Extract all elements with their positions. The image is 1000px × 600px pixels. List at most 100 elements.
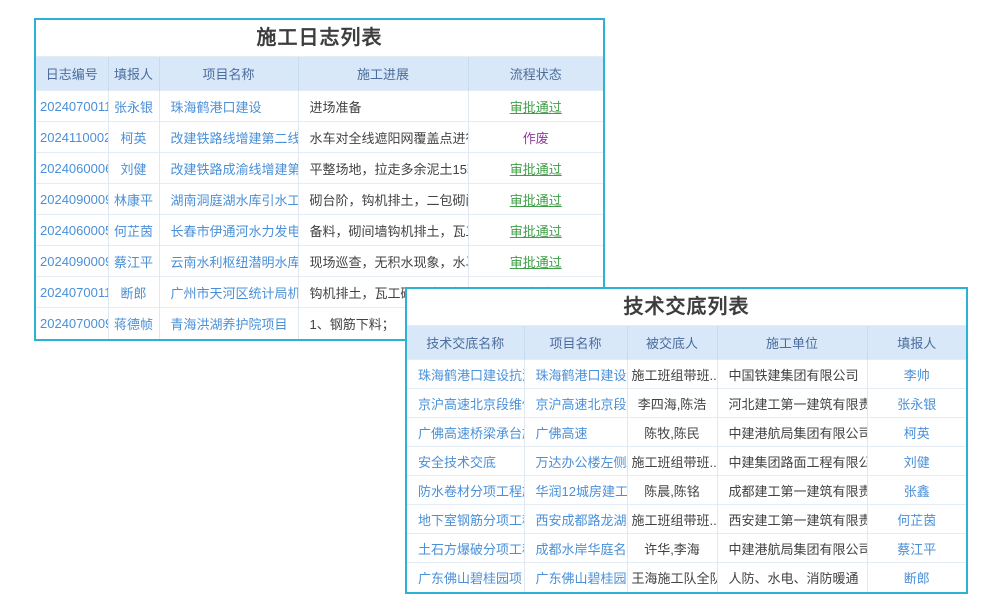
disclosure-table-row: 土石方爆破分项工程... 成都水岸华庭名苑... 许华,李海 中建港航局集团有限… [407, 534, 966, 563]
project-link[interactable]: 青海洪湖养护院项目 [171, 317, 288, 332]
project-link[interactable]: 万达办公楼左侧A... [536, 455, 628, 470]
project-link[interactable]: 改建铁路线增建第二线直... [171, 131, 299, 146]
status-link[interactable]: 审批通过 [510, 224, 562, 239]
project-link[interactable]: 成都水岸华庭名苑... [536, 542, 628, 557]
project-link[interactable]: 湖南洞庭湖水库引水工程... [171, 193, 299, 208]
project-link[interactable]: 华润12城房建工... [536, 484, 628, 499]
status-link[interactable]: 作废 [523, 131, 549, 146]
disclosure-name-link[interactable]: 珠海鹤港口建设抗浮... [418, 368, 524, 383]
disclosure-table-row: 防水卷材分项工程施... 华润12城房建工... 陈晨,陈铭 成都建工第一建筑有… [407, 476, 966, 505]
receiver-text: 施工班组带班... [627, 447, 717, 476]
project-link[interactable]: 广佛高速 [536, 426, 588, 441]
col-header-log-no: 日志编号 [36, 57, 108, 91]
log-number-link[interactable]: 2024070011 [40, 285, 108, 300]
unit-text: 中建港航局集团有限公司 [717, 534, 867, 563]
progress-text: 水车对全线遮阳网覆盖点进行... [298, 122, 468, 153]
status-link[interactable]: 审批通过 [510, 162, 562, 177]
log-number-link[interactable]: 2024060006 [40, 161, 108, 176]
progress-text: 备料，砌间墙钩机排土，瓦工... [298, 215, 468, 246]
disclosure-name-link[interactable]: 广东佛山碧桂园项目... [418, 571, 524, 586]
log-table-row: 2024060006 刘健 改建铁路成渝线增建第二... 平整场地，拉走多余泥土… [36, 153, 603, 184]
disclosure-table-row: 安全技术交底 万达办公楼左侧A... 施工班组带班... 中建集团路面工程有限公… [407, 447, 966, 476]
disclosure-name-link[interactable]: 防水卷材分项工程施... [418, 484, 524, 499]
project-link[interactable]: 改建铁路成渝线增建第二... [171, 162, 299, 177]
unit-text: 中建港航局集团有限公司 [717, 418, 867, 447]
receiver-text: 李四海,陈浩 [627, 389, 717, 418]
project-link[interactable]: 广东佛山碧桂园项目 [536, 571, 628, 586]
reporter-link[interactable]: 林康平 [114, 193, 153, 208]
reporter-link[interactable]: 断郎 [904, 571, 930, 586]
project-link[interactable]: 京沪高速北京段维修 [536, 397, 628, 412]
reporter-link[interactable]: 何芷茵 [897, 513, 936, 528]
col-header-unit: 施工单位 [717, 326, 867, 360]
reporter-link[interactable]: 柯英 [904, 426, 930, 441]
unit-text: 西安建工第一建筑有限责任公司 [717, 505, 867, 534]
col-header-reporter: 填报人 [108, 57, 159, 91]
disclosure-table-row: 珠海鹤港口建设抗浮... 珠海鹤港口建设 施工班组带班... 中国铁建集团有限公… [407, 360, 966, 389]
disclosure-panel-title: 技术交底列表 [407, 289, 966, 326]
disclosure-name-link[interactable]: 广佛高速桥梁承台施... [418, 426, 524, 441]
reporter-link[interactable]: 蔡江平 [114, 255, 153, 270]
project-link[interactable]: 云南水利枢纽潜明水库一... [171, 255, 299, 270]
project-link[interactable]: 西安成都路龙湖上... [536, 513, 628, 528]
project-link[interactable]: 广州市天河区统计局机房... [171, 286, 299, 301]
disclosure-name-link[interactable]: 土石方爆破分项工程... [418, 542, 524, 557]
log-number-link[interactable]: 2024070011 [40, 99, 108, 114]
log-number-link[interactable]: 2024060005 [40, 223, 108, 238]
unit-text: 中建集团路面工程有限公司 [717, 447, 867, 476]
log-table-row: 2024090009 林康平 湖南洞庭湖水库引水工程... 砌台阶，钩机排土，二… [36, 184, 603, 215]
log-table-row: 2024070011 张永银 珠海鹤港口建设 进场准备 审批通过 [36, 91, 603, 122]
unit-text: 成都建工第一建筑有限责任公司 [717, 476, 867, 505]
log-number-link[interactable]: 2024090009 [40, 254, 108, 269]
col-header-receiver: 被交底人 [627, 326, 717, 360]
col-header-status: 流程状态 [468, 57, 603, 91]
progress-text: 砌台阶，钩机排土，二包砌间... [298, 184, 468, 215]
reporter-link[interactable]: 断郎 [120, 286, 146, 301]
log-number-link[interactable]: 2024070009 [40, 316, 108, 331]
reporter-link[interactable]: 蔡江平 [897, 542, 936, 557]
status-link[interactable]: 审批通过 [510, 193, 562, 208]
receiver-text: 施工班组带班... [627, 360, 717, 389]
disclosure-table-row: 地下室钢筋分项工程... 西安成都路龙湖上... 施工班组带班... 西安建工第… [407, 505, 966, 534]
log-table-row: 2024110002 柯英 改建铁路线增建第二线直... 水车对全线遮阳网覆盖点… [36, 122, 603, 153]
col-header-project: 项目名称 [524, 326, 627, 360]
log-number-link[interactable]: 2024090009 [40, 192, 108, 207]
project-link[interactable]: 长春市伊通河水力发电厂... [171, 224, 299, 239]
col-header-project: 项目名称 [159, 57, 298, 91]
receiver-text: 陈牧,陈民 [627, 418, 717, 447]
col-header-reporter: 填报人 [867, 326, 966, 360]
reporter-link[interactable]: 张永银 [897, 397, 936, 412]
col-header-disclosure-name: 技术交底名称 [407, 326, 524, 360]
receiver-text: 施工班组带班... [627, 505, 717, 534]
receiver-text: 许华,李海 [627, 534, 717, 563]
reporter-link[interactable]: 李帅 [904, 368, 930, 383]
receiver-text: 王海施工队全队 [627, 563, 717, 592]
disclosure-table-row: 广东佛山碧桂园项目... 广东佛山碧桂园项目 王海施工队全队 人防、水电、消防暖… [407, 563, 966, 592]
log-panel-title: 施工日志列表 [36, 20, 603, 57]
log-table-row: 2024060005 何芷茵 长春市伊通河水力发电厂... 备料，砌间墙钩机排土… [36, 215, 603, 246]
reporter-link[interactable]: 张永银 [114, 100, 153, 115]
reporter-link[interactable]: 刘健 [120, 162, 146, 177]
technical-disclosure-table: 技术交底名称 项目名称 被交底人 施工单位 填报人 珠海鹤港口建设抗浮... 珠… [407, 326, 966, 592]
log-table-header-row: 日志编号 填报人 项目名称 施工进展 流程状态 [36, 57, 603, 91]
disclosure-name-link[interactable]: 京沪高速北京段维修... [418, 397, 524, 412]
progress-text: 平整场地，拉走多余泥土15辆... [298, 153, 468, 184]
receiver-text: 陈晨,陈铭 [627, 476, 717, 505]
unit-text: 中国铁建集团有限公司 [717, 360, 867, 389]
status-link[interactable]: 审批通过 [510, 100, 562, 115]
status-link[interactable]: 审批通过 [510, 255, 562, 270]
project-link[interactable]: 珠海鹤港口建设 [171, 100, 262, 115]
unit-text: 人防、水电、消防暖通 [717, 563, 867, 592]
col-header-progress: 施工进展 [298, 57, 468, 91]
log-table-row: 2024090009 蔡江平 云南水利枢纽潜明水库一... 现场巡查，无积水现象… [36, 246, 603, 277]
reporter-link[interactable]: 柯英 [120, 131, 146, 146]
reporter-link[interactable]: 张鑫 [904, 484, 930, 499]
project-link[interactable]: 珠海鹤港口建设 [536, 368, 627, 383]
disclosure-name-link[interactable]: 安全技术交底 [418, 455, 496, 470]
reporter-link[interactable]: 刘健 [904, 455, 930, 470]
reporter-link[interactable]: 何芷茵 [114, 224, 153, 239]
disclosure-name-link[interactable]: 地下室钢筋分项工程... [418, 513, 524, 528]
disclosure-table-row: 京沪高速北京段维修... 京沪高速北京段维修 李四海,陈浩 河北建工第一建筑有限… [407, 389, 966, 418]
log-number-link[interactable]: 2024110002 [40, 130, 108, 145]
reporter-link[interactable]: 蒋德帧 [114, 317, 153, 332]
